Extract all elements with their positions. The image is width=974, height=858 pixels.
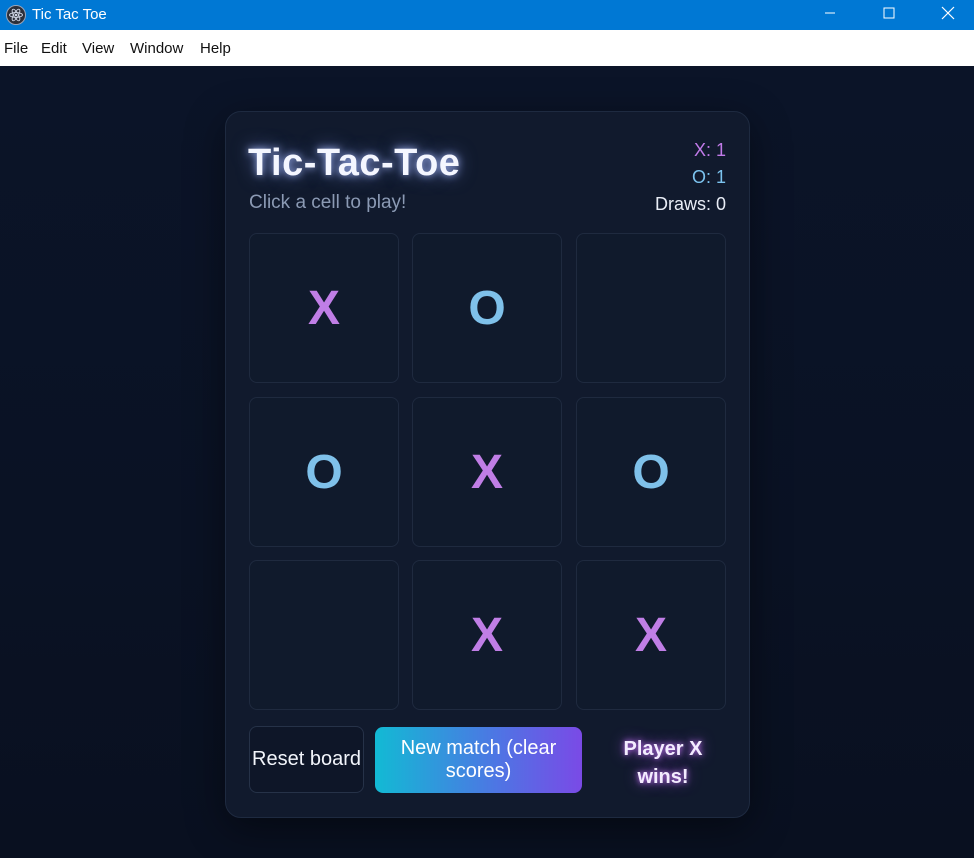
game-status: Player X wins! — [623, 738, 703, 788]
electron-icon — [6, 5, 26, 25]
window-title: Tic Tac Toe — [32, 6, 107, 23]
score-x: X: 1 — [693, 140, 726, 160]
board-cell[interactable]: O — [576, 397, 726, 547]
menu-file[interactable]: File — [4, 40, 28, 57]
score-draws: Draws: 0 — [654, 194, 726, 214]
board-cell[interactable] — [576, 233, 726, 383]
menu-bar: File Edit View Window Help — [0, 30, 974, 66]
board-cell[interactable]: X — [412, 560, 562, 710]
menu-help[interactable]: Help — [200, 40, 231, 57]
board-cell[interactable] — [249, 560, 399, 710]
board-cell[interactable]: X — [249, 233, 399, 383]
board-cell[interactable]: X — [576, 560, 726, 710]
reset-board-button[interactable]: Reset board — [249, 726, 364, 793]
close-icon — [941, 6, 955, 25]
menu-window[interactable]: Window — [130, 40, 183, 57]
close-button[interactable] — [925, 0, 971, 30]
title-bar: Tic Tac Toe — [0, 0, 974, 30]
minimize-button[interactable] — [807, 0, 853, 30]
game-title: Tic-Tac-Toe — [248, 142, 461, 184]
maximize-icon — [883, 6, 895, 24]
maximize-button[interactable] — [866, 0, 912, 30]
minimize-icon — [824, 6, 836, 24]
board-cell[interactable]: X — [412, 397, 562, 547]
new-match-button[interactable]: New match (clear scores) — [375, 727, 582, 793]
board-cell[interactable]: O — [249, 397, 399, 547]
game-subtitle: Click a cell to play! — [249, 192, 407, 213]
menu-edit[interactable]: Edit — [41, 40, 67, 57]
score-o: O: 1 — [691, 167, 726, 187]
menu-view[interactable]: View — [82, 40, 114, 57]
board-cell[interactable]: O — [412, 233, 562, 383]
